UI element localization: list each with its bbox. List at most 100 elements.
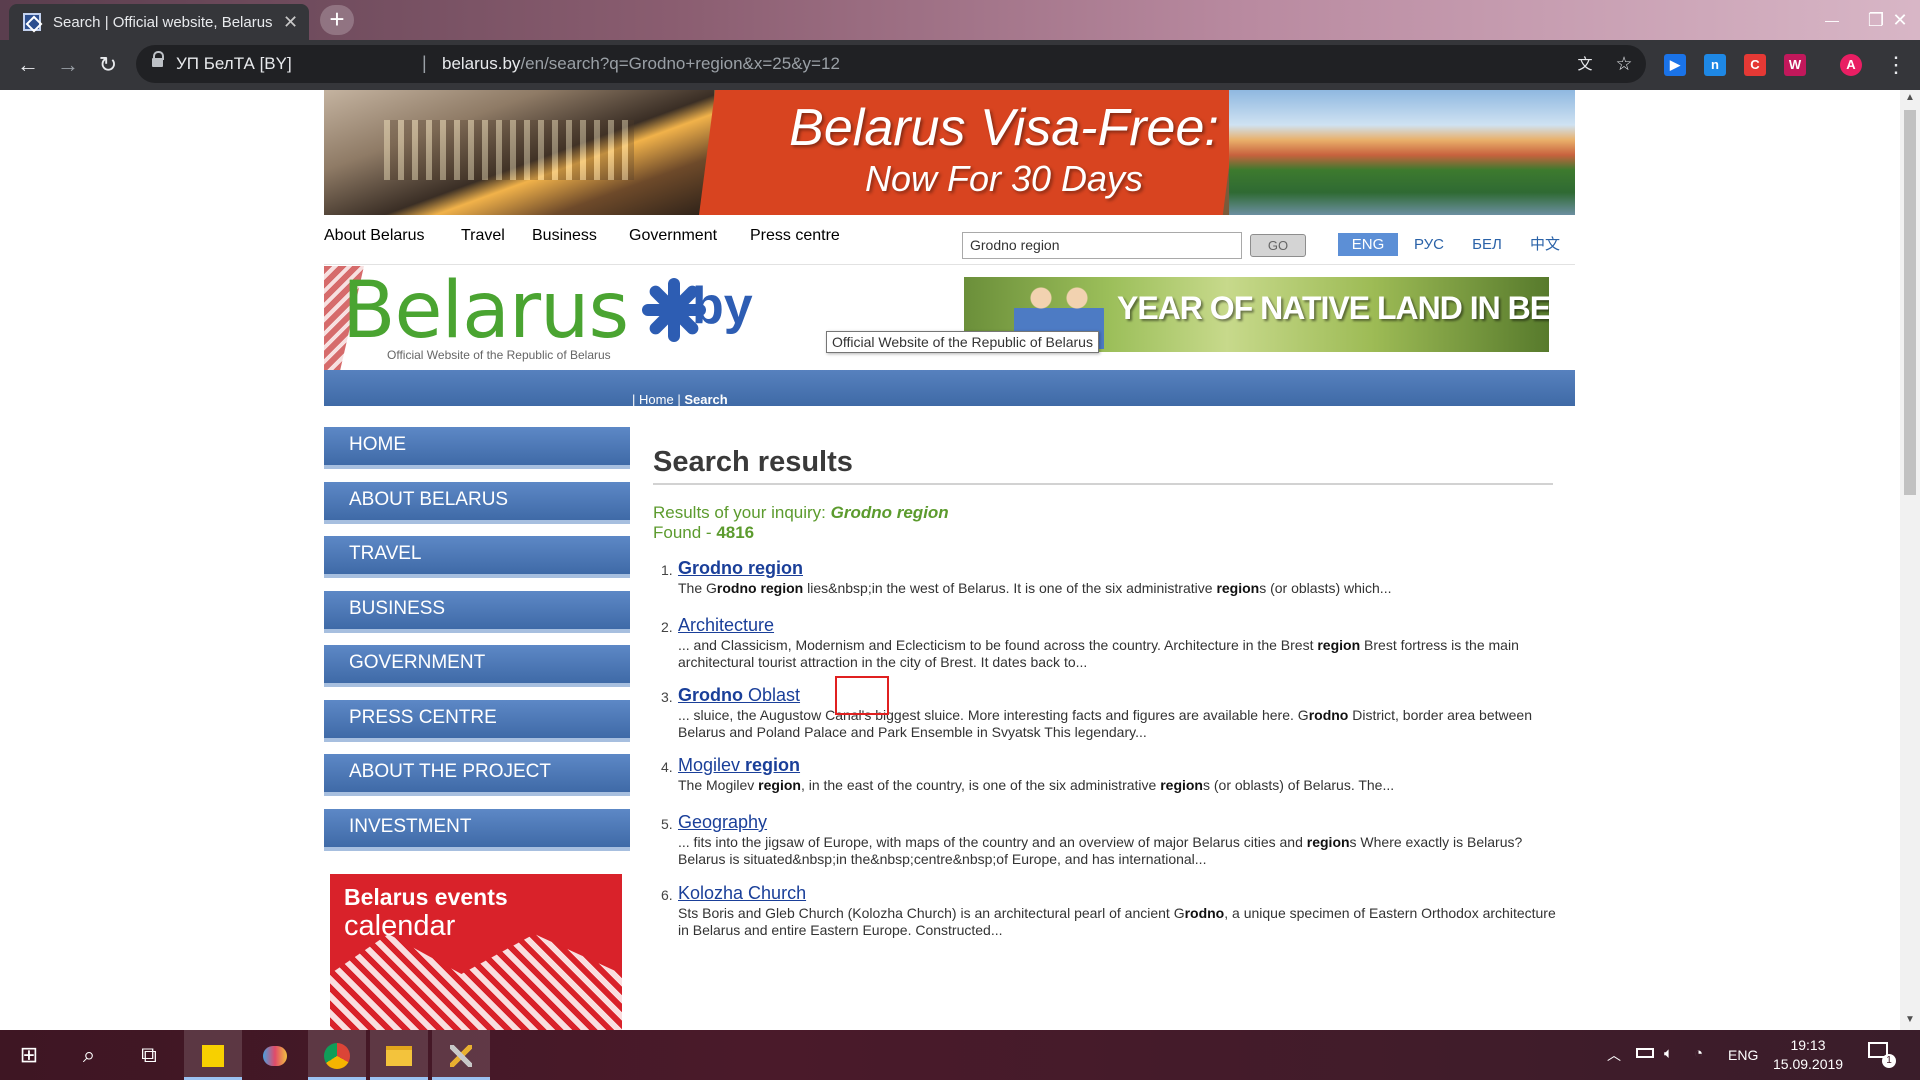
- url-text[interactable]: belarus.by/en/search?q=Grodno+region&x=2…: [442, 54, 840, 74]
- nesvizh-castle-photo: [1229, 90, 1575, 215]
- found-label: Found -: [653, 523, 717, 542]
- sidebar-item-business[interactable]: BUSINESS: [324, 591, 630, 633]
- topnav-travel[interactable]: Travel: [461, 227, 505, 245]
- banner-headline: Belarus Visa-Free:: [789, 99, 1219, 157]
- reload-button[interactable]: ↻: [92, 50, 124, 80]
- extension-play-icon[interactable]: ▶: [1664, 54, 1686, 76]
- forward-button[interactable]: →: [52, 50, 84, 80]
- result-snippet: The Grodno region lies&nbsp;in the west …: [678, 580, 1392, 596]
- windows-taskbar: ⊞ ⌕ ⧉ ︿ 🔈︎ ◔ ENG 19:13 15.09.2019 1: [0, 1030, 1920, 1080]
- paint-icon[interactable]: [246, 1030, 304, 1080]
- notifications-icon[interactable]: 1: [1868, 1042, 1898, 1068]
- lang-eng[interactable]: ENG: [1338, 233, 1398, 256]
- profile-avatar[interactable]: A: [1840, 54, 1862, 76]
- result-snippet: Sts Boris and Gleb Church (Kolozha Churc…: [678, 905, 1556, 938]
- chrome-icon[interactable]: [308, 1030, 366, 1080]
- result-title-link[interactable]: Grodno Oblast: [678, 685, 800, 706]
- task-view-icon[interactable]: ⧉: [120, 1030, 178, 1080]
- close-window-button[interactable]: ✕: [1880, 5, 1920, 35]
- active-tab[interactable]: Search | Official website, Belarus ✕: [9, 4, 309, 40]
- minimize-button[interactable]: —: [1810, 5, 1854, 35]
- tab-close-icon[interactable]: ✕: [283, 12, 298, 33]
- logo-by: by: [692, 277, 753, 335]
- topnav-about-belarus[interactable]: About Belarus: [324, 227, 425, 245]
- events-calendar-banner[interactable]: Belarus events calendar: [330, 874, 622, 1030]
- result-title-link[interactable]: Geography: [678, 812, 767, 833]
- found-value: 4816: [716, 523, 755, 542]
- browser-menu-icon[interactable]: ⋮: [1880, 50, 1912, 80]
- topnav-press-centre[interactable]: Press centre: [750, 227, 840, 245]
- lock-icon[interactable]: [152, 51, 164, 70]
- visa-free-banner[interactable]: Belarus Visa-Free: Now For 30 Days: [324, 90, 1575, 215]
- inquiry-line: Results of your inquiry: Grodno region: [653, 503, 949, 523]
- found-count-line: Found - 4816: [653, 523, 754, 543]
- lang-rus[interactable]: РУС: [1404, 233, 1454, 256]
- battery-icon[interactable]: [1636, 1045, 1654, 1062]
- address-bar[interactable]: УП БелТА [BY] | belarus.by/en/search?q=G…: [136, 45, 1646, 83]
- volume-icon[interactable]: 🔈︎: [1664, 1045, 1673, 1062]
- page-scrollbar[interactable]: ▲ ▼: [1900, 90, 1920, 1030]
- breadcrumb-home[interactable]: Home: [639, 392, 674, 407]
- inquiry-label: Results of your inquiry:: [653, 503, 831, 522]
- clock-time: 19:13: [1790, 1037, 1826, 1053]
- search-go-button[interactable]: GO: [1250, 234, 1306, 257]
- result-title-link[interactable]: Grodno region: [678, 558, 803, 579]
- sidebar-item-government[interactable]: GOVERNMENT: [324, 645, 630, 687]
- result-number: 6.: [661, 887, 673, 903]
- tools-icon[interactable]: [432, 1030, 490, 1080]
- scrollbar-thumb[interactable]: [1904, 110, 1916, 495]
- new-tab-button[interactable]: +: [320, 5, 354, 35]
- lang-chinese[interactable]: 中文: [1520, 233, 1570, 256]
- result-title-link[interactable]: Mogilev region: [678, 755, 800, 776]
- extension-w-icon[interactable]: W: [1784, 54, 1806, 76]
- sidebar-item-press-centre[interactable]: PRESS CENTRE: [324, 700, 630, 742]
- url-host: belarus.by: [442, 54, 521, 73]
- result-title-link[interactable]: Architecture: [678, 615, 774, 636]
- inquiry-value: Grodno region: [830, 503, 949, 522]
- sidebar-item-home[interactable]: HOME: [324, 427, 630, 469]
- belarus-by-logo[interactable]: Belarus by Official Website of the Repub…: [324, 266, 754, 371]
- web-page: Belarus Visa-Free: Now For 30 Days About…: [0, 90, 1900, 1030]
- start-button[interactable]: ⊞: [0, 1030, 58, 1080]
- clock-date: 15.09.2019: [1773, 1056, 1844, 1072]
- sidebar-item-travel[interactable]: TRAVEL: [324, 536, 630, 578]
- lang-bel[interactable]: БЕЛ: [1462, 233, 1512, 256]
- site-favicon-icon: [23, 13, 41, 31]
- sidebar-item-investment[interactable]: INVESTMENT: [324, 809, 630, 851]
- wifi-icon[interactable]: ◔: [1694, 1045, 1703, 1062]
- site-organization: УП БелТА [BY]: [176, 54, 292, 73]
- extension-n-icon[interactable]: n: [1704, 54, 1726, 76]
- page-title: Search results: [653, 446, 853, 478]
- topnav-government[interactable]: Government: [629, 227, 717, 245]
- result-snippet: The Mogilev region, in the east of the c…: [678, 777, 1395, 793]
- result-title-link[interactable]: Kolozha Church: [678, 883, 806, 904]
- sidebar-item-about-the-project[interactable]: ABOUT THE PROJECT: [324, 754, 630, 796]
- tray-overflow-icon[interactable]: ︿: [1607, 1045, 1621, 1065]
- result-number: 1.: [661, 562, 673, 578]
- result-number: 3.: [661, 689, 673, 705]
- sidebar-item-about-belarus[interactable]: ABOUT BELARUS: [324, 482, 630, 524]
- title-divider: [653, 483, 1553, 485]
- translate-icon[interactable]: 文: [1574, 54, 1596, 76]
- breadcrumb-separator: |: [632, 392, 636, 407]
- scroll-up-arrow-icon[interactable]: ▲: [1900, 92, 1920, 108]
- breadcrumb-separator: |: [677, 392, 681, 407]
- scroll-down-arrow-icon[interactable]: ▼: [1900, 1014, 1920, 1030]
- breadcrumb: | Home | Search: [632, 392, 728, 407]
- logo-tooltip: Official Website of the Republic of Bela…: [826, 331, 1099, 353]
- extension-c-icon[interactable]: C: [1744, 54, 1766, 76]
- breadcrumb-bar: | Home | Search: [324, 370, 1575, 407]
- system-clock[interactable]: 19:13 15.09.2019: [1773, 1036, 1843, 1074]
- topnav-business[interactable]: Business: [532, 227, 597, 245]
- site-search-input[interactable]: Grodno region: [962, 232, 1242, 259]
- bookmark-star-icon[interactable]: ☆: [1613, 54, 1635, 76]
- back-button[interactable]: ←: [12, 50, 44, 80]
- notification-count: 1: [1882, 1054, 1896, 1068]
- url-path: /en/search?q=Grodno+region&x=25&y=12: [520, 54, 840, 73]
- file-explorer-icon[interactable]: [370, 1030, 428, 1080]
- year-banner-text: YEAR OF NATIVE LAND IN BELARUS: [1117, 290, 1549, 326]
- sticky-notes-icon[interactable]: [184, 1030, 242, 1080]
- taskbar-search-icon[interactable]: ⌕: [60, 1030, 118, 1080]
- input-language[interactable]: ENG: [1728, 1047, 1758, 1063]
- result-snippet: ... fits into the jigsaw of Europe, with…: [678, 834, 1523, 867]
